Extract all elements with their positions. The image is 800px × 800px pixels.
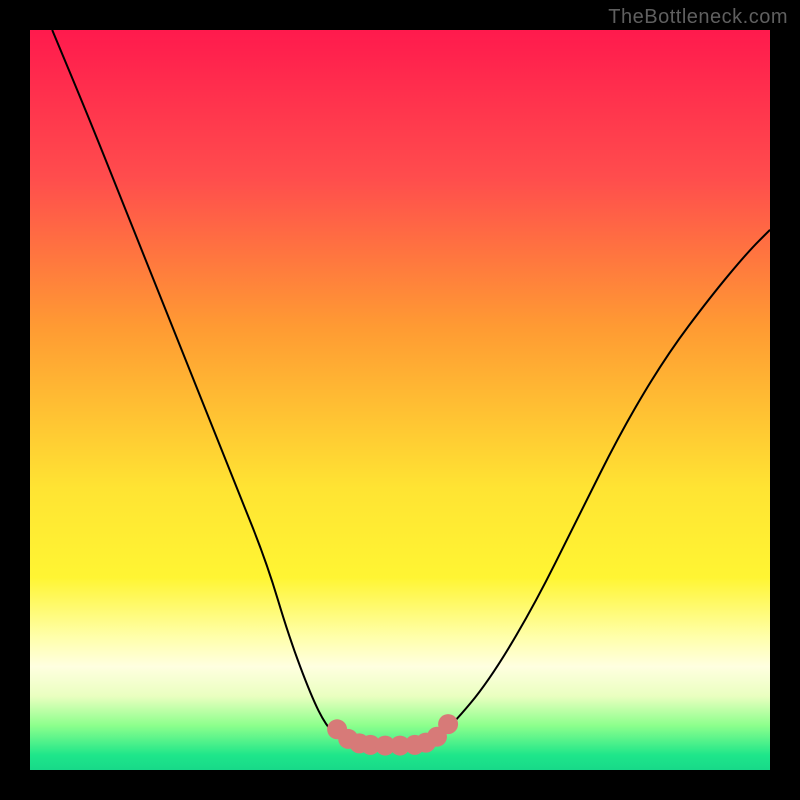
marker-dot	[438, 714, 458, 734]
bottom-markers	[327, 714, 458, 755]
watermark-text: TheBottleneck.com	[608, 6, 788, 29]
bottleneck-curve	[52, 30, 770, 746]
chart-stage: TheBottleneck.com	[0, 0, 800, 800]
chart-curve-svg	[30, 30, 770, 770]
